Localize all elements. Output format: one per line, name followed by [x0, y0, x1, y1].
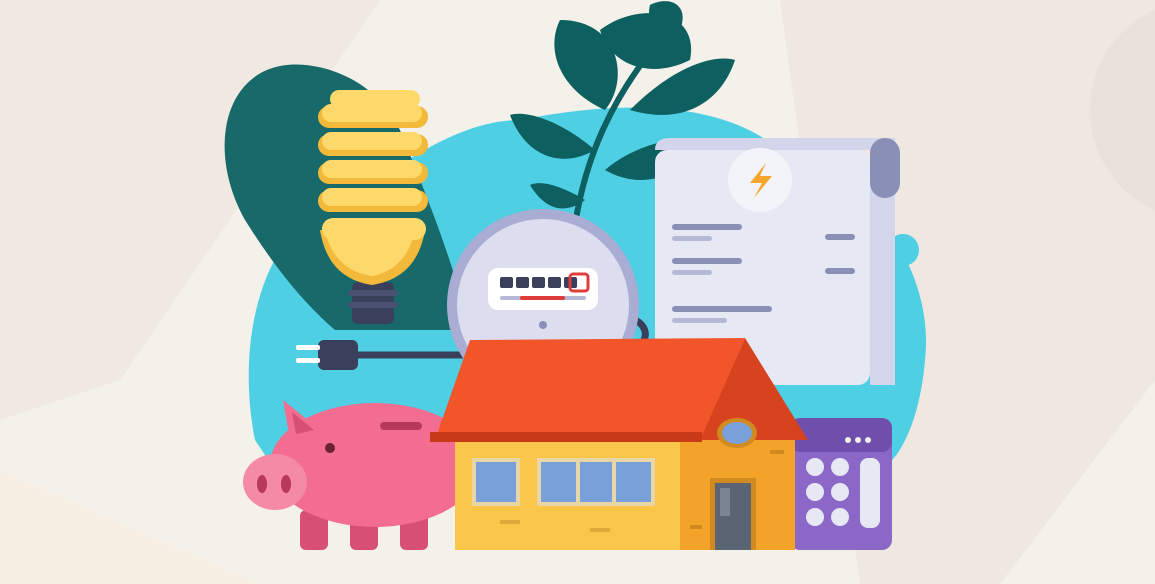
- house: [430, 338, 808, 550]
- house-window-left: [476, 462, 516, 502]
- house-roof: [435, 338, 745, 440]
- illustration-canvas: [0, 0, 1155, 584]
- house-window-wide: [541, 462, 651, 502]
- house-round-window: [722, 422, 752, 444]
